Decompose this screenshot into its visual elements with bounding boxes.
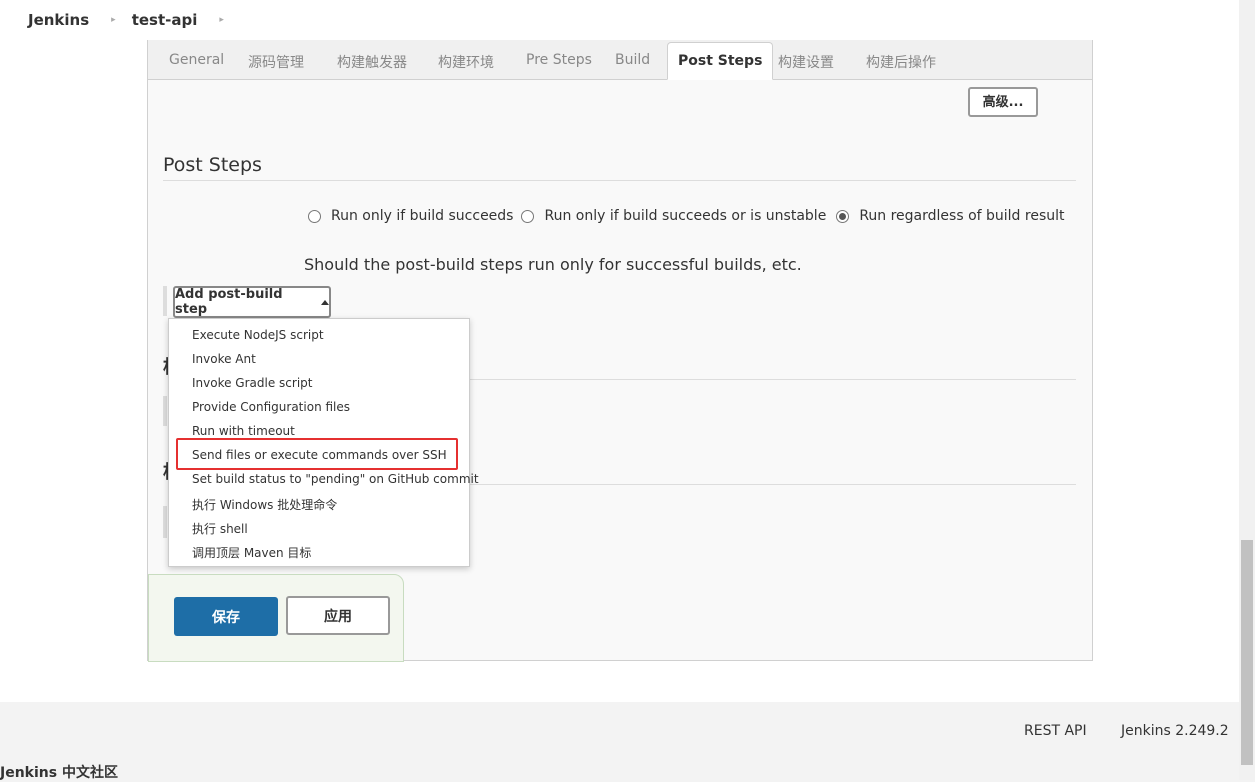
section-strip — [163, 506, 167, 538]
tab-post-build-actions[interactable]: 构建后操作 — [866, 52, 936, 72]
menu-item-windows-batch[interactable]: 执行 Windows 批处理命令 — [192, 496, 337, 513]
radio-regardless[interactable] — [836, 209, 850, 223]
radio-label: Run regardless of build result — [859, 208, 1065, 224]
post-steps-radio-group: Run only if build succeeds Run only if b… — [308, 208, 1073, 224]
menu-item-config-files[interactable]: Provide Configuration files — [192, 400, 350, 414]
tab-scm[interactable]: 源码管理 — [248, 52, 304, 72]
chevron-right-icon[interactable]: ▸ — [219, 15, 224, 25]
menu-item-shell[interactable]: 执行 shell — [192, 520, 248, 537]
divider — [468, 484, 1076, 485]
breadcrumb-bar: Jenkins ▸ test-api ▸ — [0, 0, 1239, 40]
post-steps-help: Should the post-build steps run only for… — [304, 255, 802, 274]
rest-api-link[interactable]: REST API — [1024, 723, 1087, 739]
tab-general[interactable]: General — [169, 52, 224, 68]
version-link[interactable]: Jenkins 2.249.2 — [1121, 723, 1229, 739]
save-button[interactable]: 保存 — [174, 597, 278, 636]
radio-label: Run only if build succeeds — [331, 208, 514, 224]
breadcrumb-job[interactable]: test-api — [132, 11, 198, 29]
menu-item-ssh[interactable]: Send files or execute commands over SSH — [192, 448, 447, 462]
radio-succeeds-or-unstable[interactable] — [521, 209, 535, 223]
tab-build-env[interactable]: 构建环境 — [438, 52, 494, 72]
caret-up-icon — [321, 299, 329, 305]
post-steps-title: Post Steps — [163, 154, 262, 176]
footer: REST API Jenkins 2.249.2 Jenkins 中文社区 — [0, 702, 1239, 782]
advanced-button[interactable]: 高级... — [968, 87, 1038, 117]
divider — [468, 379, 1076, 380]
form-actions: 保存 应用 — [148, 574, 404, 662]
chevron-right-icon[interactable]: ▸ — [111, 15, 116, 25]
apply-button[interactable]: 应用 — [286, 596, 390, 635]
add-post-build-step-button[interactable]: Add post-build step — [173, 286, 331, 318]
breadcrumb-jenkins[interactable]: Jenkins — [28, 11, 89, 29]
tab-build-settings[interactable]: 构建设置 — [778, 52, 834, 72]
scrollbar-thumb[interactable] — [1241, 540, 1253, 765]
menu-item-maven[interactable]: 调用顶层 Maven 目标 — [192, 544, 311, 561]
tab-post-steps[interactable]: Post Steps — [667, 42, 774, 80]
radio-build-succeeds[interactable] — [308, 209, 321, 223]
scrollbar[interactable] — [1239, 0, 1255, 780]
tab-pre-steps[interactable]: Pre Steps — [526, 52, 592, 68]
section-strip — [163, 396, 167, 426]
menu-item-github-status[interactable]: Set build status to "pending" on GitHub … — [192, 472, 479, 486]
radio-label: Run only if build succeeds or is unstabl… — [544, 208, 827, 224]
menu-item-timeout[interactable]: Run with timeout — [192, 424, 295, 438]
menu-item-ant[interactable]: Invoke Ant — [192, 352, 256, 366]
post-build-step-menu: Execute NodeJS script Invoke Ant Invoke … — [168, 318, 479, 567]
section-strip — [163, 286, 167, 316]
community-link[interactable]: Jenkins 中文社区 — [0, 762, 118, 782]
tab-build[interactable]: Build — [615, 52, 650, 68]
config-tabs: General 源码管理 构建触发器 构建环境 Pre Steps Build … — [148, 40, 1092, 80]
divider — [163, 180, 1076, 181]
add-step-label: Add post-build step — [175, 287, 283, 317]
tab-triggers[interactable]: 构建触发器 — [337, 52, 407, 72]
menu-item-gradle[interactable]: Invoke Gradle script — [192, 376, 312, 390]
menu-item-nodejs[interactable]: Execute NodeJS script — [192, 328, 324, 342]
